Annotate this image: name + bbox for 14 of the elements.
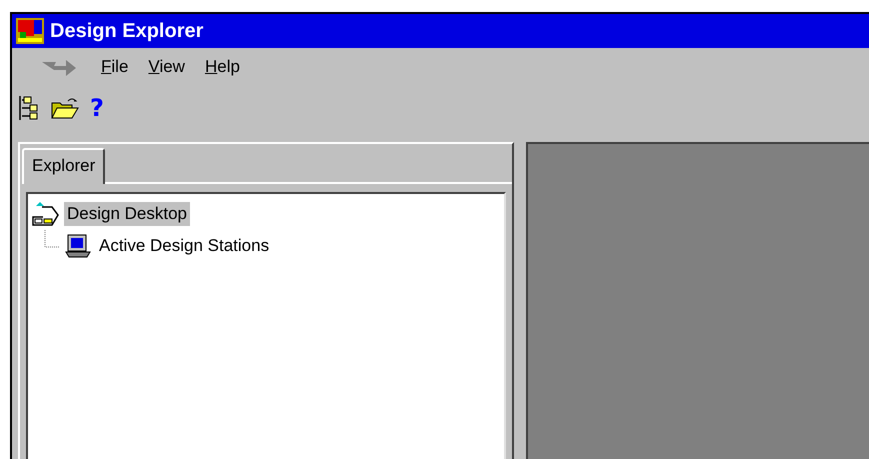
desktop-icon bbox=[32, 201, 60, 227]
menu-item[interactable]: View bbox=[145, 55, 188, 79]
window-title: Design Explorer bbox=[50, 20, 204, 42]
computer-icon bbox=[64, 233, 92, 259]
tree-connector-line bbox=[44, 230, 60, 248]
help-icon[interactable]: ? bbox=[90, 96, 104, 120]
open-folder-icon[interactable] bbox=[50, 96, 80, 120]
menu-item[interactable]: File bbox=[98, 55, 132, 79]
menu-item[interactable]: Help bbox=[202, 55, 243, 79]
app-icon bbox=[16, 18, 44, 44]
tree-item[interactable]: Design Desktop bbox=[64, 202, 190, 226]
tree-view-icon[interactable] bbox=[18, 95, 40, 121]
tree-item[interactable]: Active Design Stations bbox=[96, 234, 272, 258]
tab[interactable]: Explorer bbox=[22, 148, 106, 184]
